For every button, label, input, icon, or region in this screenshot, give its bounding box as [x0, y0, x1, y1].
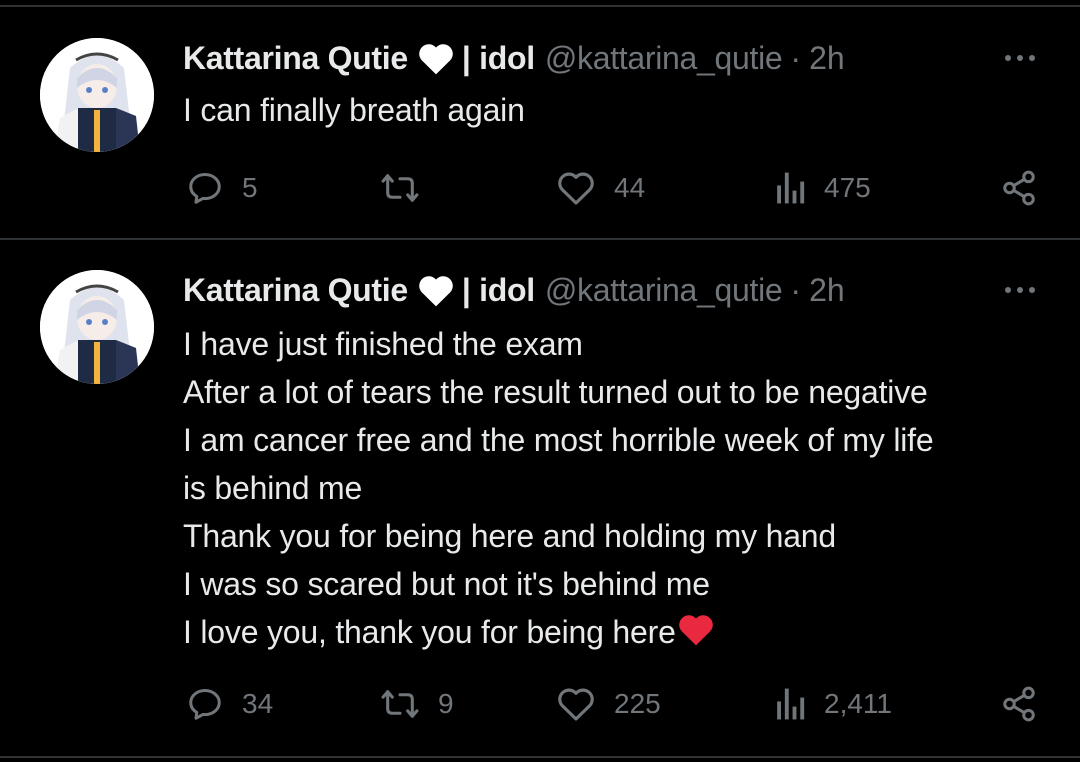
views-chart-icon [774, 686, 806, 722]
reply-icon [186, 685, 224, 723]
repost-count: 9 [438, 688, 454, 719]
share-button[interactable] [1000, 168, 1038, 208]
avatar-image [40, 270, 154, 384]
tweet-actions: 34 9 225 2,411 [0, 684, 1080, 724]
like-button[interactable]: 44 [556, 168, 645, 208]
reply-icon [186, 169, 224, 207]
timestamp[interactable]: 2h [809, 270, 845, 310]
views-count: 475 [824, 172, 871, 203]
tweet-text: I have just finished the exam After a lo… [183, 320, 1063, 660]
tweet-header: Kattarina Qutie | idol @kattarina_qutie … [183, 270, 845, 310]
separator-dot: · [790, 272, 802, 308]
white-heart-icon [416, 272, 456, 308]
separator-dot: · [790, 40, 802, 76]
author-name[interactable]: Kattarina Qutie [183, 270, 408, 310]
views-chart-icon [774, 170, 806, 206]
tweet-header: Kattarina Qutie | idol @kattarina_qutie … [183, 38, 845, 78]
share-icon [1000, 169, 1038, 207]
author-handle[interactable]: @kattarina_qutie [545, 270, 783, 310]
tweet-text-line: I can finally breath again [183, 92, 525, 128]
tweet-2[interactable]: Kattarina Qutie | idol @kattarina_qutie … [0, 270, 1080, 750]
share-button[interactable] [1000, 684, 1038, 724]
like-count: 44 [614, 172, 646, 203]
share-icon [1000, 685, 1038, 723]
reply-button[interactable]: 34 [186, 684, 273, 724]
divider-top [0, 5, 1080, 7]
reply-count: 5 [242, 172, 258, 203]
author-handle[interactable]: @kattarina_qutie [545, 38, 783, 78]
divider-middle [0, 238, 1080, 240]
tweet-1[interactable]: Kattarina Qutie | idol @kattarina_qutie … [0, 38, 1080, 238]
author-suffix: | idol [461, 40, 535, 76]
tweet-text-line: I love you, thank you for being here [183, 614, 676, 650]
tweet-actions: 5 44 475 [0, 168, 1080, 208]
reply-count: 34 [242, 688, 274, 719]
heart-outline-icon [556, 685, 596, 723]
like-count: 225 [614, 688, 661, 719]
author-name[interactable]: Kattarina Qutie [183, 38, 408, 78]
views-button[interactable]: 475 [774, 168, 871, 208]
tweet-text-line: Thank you for being here and holding my … [183, 518, 836, 554]
tweet-text-line: After a lot of tears the result turned o… [183, 374, 928, 410]
tweet-text-line: is behind me [183, 470, 363, 506]
like-button[interactable]: 225 [556, 684, 661, 724]
tweet-text: I can finally breath again [183, 86, 1063, 134]
heart-outline-icon [556, 169, 596, 207]
repost-button[interactable] [380, 168, 438, 208]
tweet-text-line: I am cancer free and the most horrible w… [183, 422, 934, 458]
reply-button[interactable]: 5 [186, 168, 258, 208]
author-suffix: | idol [461, 272, 535, 308]
more-options-icon[interactable] [1000, 46, 1040, 70]
tweet-text-line: I was so scared but not it's behind me [183, 566, 710, 602]
red-heart-icon [676, 611, 716, 660]
repost-icon [380, 685, 420, 723]
avatar-image [40, 38, 154, 152]
white-heart-icon [416, 40, 456, 76]
avatar[interactable] [40, 38, 154, 152]
more-options-icon[interactable] [1000, 278, 1040, 302]
tweet-text-line: I have just finished the exam [183, 326, 583, 362]
avatar[interactable] [40, 270, 154, 384]
views-count: 2,411 [824, 688, 892, 719]
repost-button[interactable]: 9 [380, 684, 454, 724]
tweet-text-line-last: I love you, thank you for being here [183, 608, 1063, 660]
timestamp[interactable]: 2h [809, 38, 845, 78]
divider-bottom [0, 756, 1080, 758]
repost-icon [380, 169, 420, 207]
views-button[interactable]: 2,411 [774, 684, 892, 724]
